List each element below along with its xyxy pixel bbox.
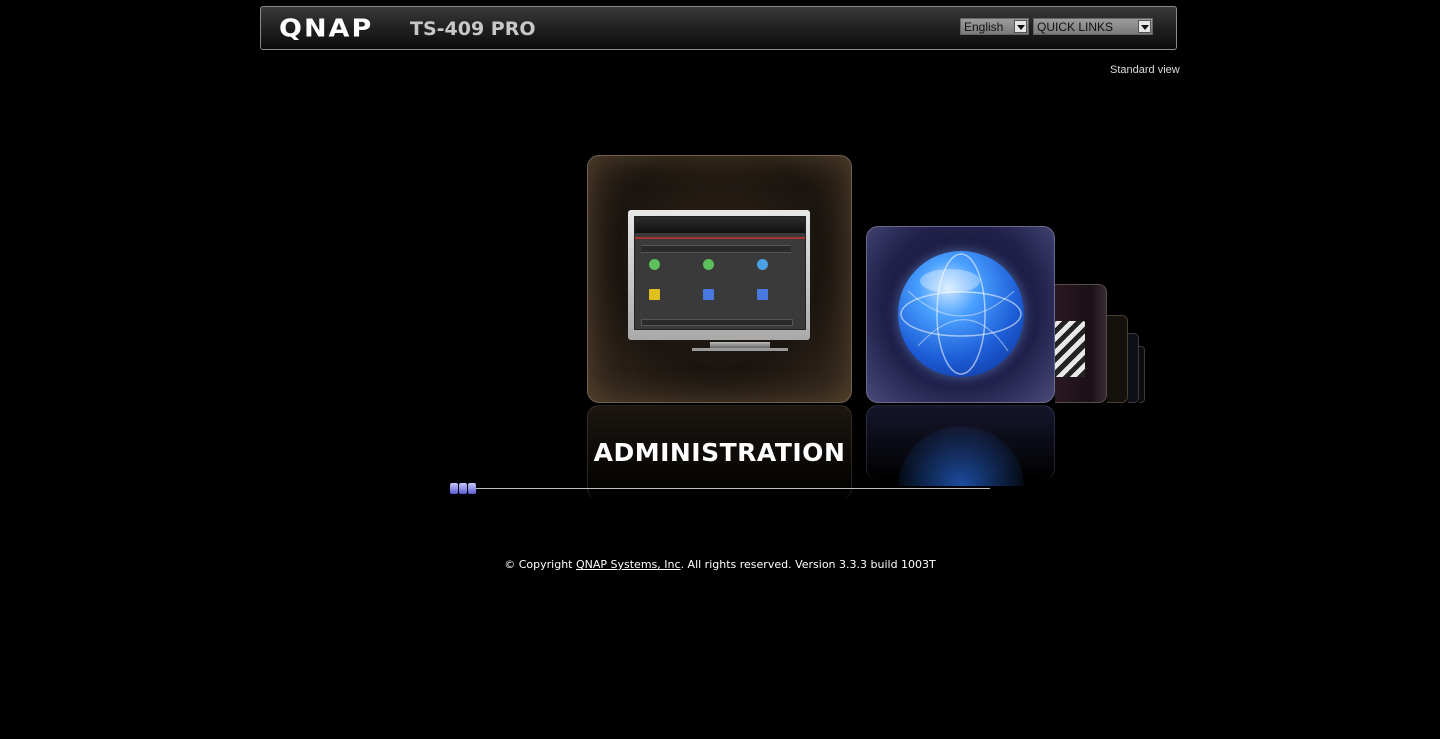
copyright-prefix: © Copyright (504, 558, 576, 571)
standard-view-link[interactable]: Standard view (1110, 64, 1180, 76)
carousel-item-5[interactable] (1128, 333, 1139, 403)
arrow-left-icon[interactable] (450, 483, 458, 494)
carousel-item-6[interactable] (1139, 346, 1145, 403)
monitor-icon (628, 210, 810, 340)
monitor-screen (634, 216, 806, 330)
language-select[interactable]: English (960, 18, 1029, 35)
carousel-scrollbar[interactable] (476, 488, 990, 489)
carousel-item-administration[interactable] (587, 155, 852, 403)
copyright-footer: © Copyright QNAP Systems, Inc. All right… (0, 558, 1440, 571)
quick-links-select[interactable]: QUICK LINKS (1033, 18, 1153, 35)
carousel-item-multimedia[interactable] (1055, 284, 1107, 403)
chevron-down-icon[interactable] (1014, 20, 1027, 33)
quick-links-select-value: QUICK LINKS (1037, 20, 1114, 34)
chevron-down-icon[interactable] (1138, 20, 1151, 33)
carousel-caption: ADMINISTRATION (593, 438, 846, 467)
globe-icon (898, 251, 1024, 377)
web-server-reflection (866, 405, 1055, 486)
globe-reflection (898, 426, 1024, 486)
carousel-item-4[interactable] (1107, 315, 1128, 403)
top-header-bar: QNAP TS-409 PRO English QUICK LINKS (260, 6, 1177, 50)
carousel-scroll-handle[interactable] (450, 483, 476, 494)
clapperboard-icon (1055, 321, 1085, 377)
monitor-base (692, 348, 788, 351)
qnap-systems-link[interactable]: QNAP Systems, Inc (576, 558, 681, 571)
copyright-suffix: . All rights reserved. Version 3.3.3 bui… (680, 558, 936, 571)
qnap-logo: QNAP (279, 14, 374, 43)
carousel-item-web-server[interactable] (866, 226, 1055, 403)
arrow-right-icon[interactable] (468, 483, 476, 494)
grip-icon[interactable] (459, 483, 467, 494)
model-name: TS-409 PRO (410, 18, 536, 40)
language-select-value: English (964, 20, 1004, 34)
